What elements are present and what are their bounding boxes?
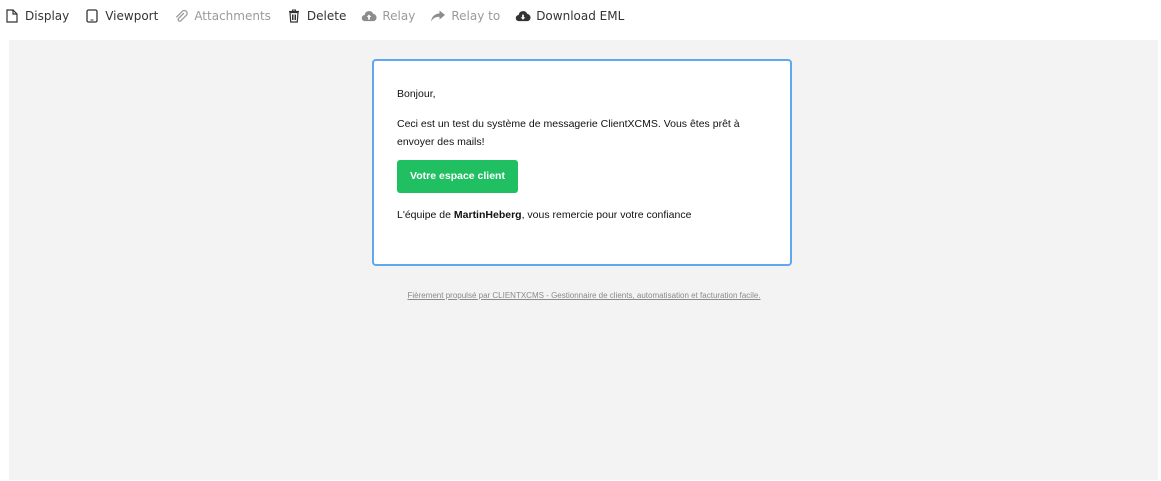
relay-label: Relay — [382, 9, 416, 23]
display-label: Display — [25, 9, 70, 23]
attachments-button[interactable]: Attachments — [173, 8, 271, 24]
email-card: Bonjour, Ceci est un test du système de … — [372, 59, 792, 266]
download-eml-label: Download EML — [536, 9, 625, 23]
client-area-button[interactable]: Votre espace client — [397, 160, 518, 193]
viewport-label: Viewport — [105, 9, 159, 23]
signature-company: MartinHeberg — [453, 209, 522, 221]
trash-icon — [286, 8, 302, 24]
display-button[interactable]: Display — [4, 8, 69, 24]
email-body-text: Ceci est un test du système de messageri… — [397, 118, 740, 148]
document-icon — [4, 8, 20, 24]
delete-label: Delete — [306, 9, 347, 23]
share-arrow-icon — [430, 8, 446, 24]
relay-button[interactable]: Relay — [361, 8, 415, 24]
email-signature: L'équipe de MartinHeberg, vous remercie … — [397, 208, 767, 222]
download-eml-button[interactable]: Download EML — [515, 8, 624, 24]
relay-to-label: Relay to — [451, 9, 501, 23]
paperclip-icon — [173, 8, 189, 24]
attachments-label: Attachments — [194, 9, 271, 23]
signature-suffix: , vous remercie pour votre confiance — [521, 209, 692, 221]
cloud-upload-icon — [361, 8, 377, 24]
viewport-button[interactable]: Viewport — [84, 8, 158, 24]
email-preview-pane[interactable]: Bonjour, Ceci est un test du système de … — [9, 40, 1158, 480]
email-greeting: Bonjour, — [397, 88, 436, 100]
cloud-download-icon — [515, 8, 531, 24]
signature-prefix: L'équipe de — [397, 209, 454, 221]
relay-to-button[interactable]: Relay to — [430, 8, 500, 24]
delete-button[interactable]: Delete — [286, 8, 346, 24]
mail-toolbar: Display Viewport Attachments Delete Rela… — [0, 0, 1161, 32]
email-footer-link[interactable]: Fièrement propulsé par CLIENTXCMS - Gest… — [384, 288, 784, 303]
tablet-icon — [84, 8, 100, 24]
